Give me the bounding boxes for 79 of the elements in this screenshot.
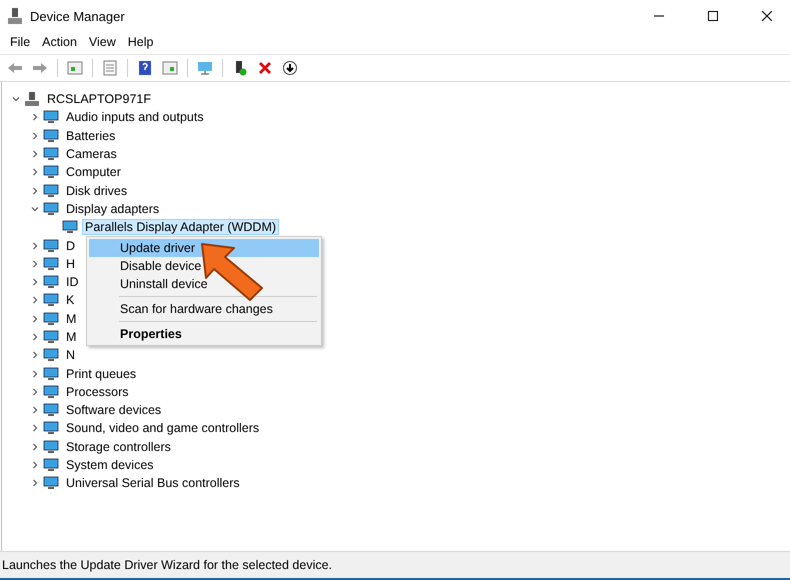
tree-item[interactable]: Computer <box>63 164 124 180</box>
chevron-right-icon[interactable] <box>31 186 39 195</box>
menu-item[interactable]: Action <box>36 33 83 51</box>
chevron-down-icon[interactable] <box>31 204 39 213</box>
computer-icon <box>24 91 40 108</box>
device-icon <box>62 220 78 234</box>
chevron-right-icon[interactable] <box>31 168 39 176</box>
device-icon <box>43 165 59 180</box>
context-menu-item[interactable]: Update driver <box>89 239 319 257</box>
tree-item[interactable]: K <box>63 292 78 308</box>
chevron-right-icon[interactable] <box>31 461 39 470</box>
tree-item[interactable]: Storage controllers <box>63 438 174 455</box>
chevron-right-icon[interactable] <box>31 388 39 396</box>
device-icon <box>43 312 59 326</box>
status-text: Launches the Update Driver Wizard for the selected device. <box>2 558 332 572</box>
chevron-right-icon[interactable] <box>31 150 39 158</box>
tree-item[interactable]: H <box>63 256 78 272</box>
context-menu-item[interactable]: Uninstall device <box>89 275 319 293</box>
tree-item[interactable]: Disk drives <box>63 182 130 199</box>
chevron-right-icon[interactable] <box>31 442 39 451</box>
chevron-right-icon[interactable] <box>31 260 39 268</box>
device-icon <box>43 293 59 308</box>
tree-item[interactable]: D <box>63 238 78 254</box>
tree-item[interactable]: Batteries <box>63 128 118 144</box>
chevron-right-icon[interactable] <box>31 296 39 304</box>
device-icon <box>43 330 59 344</box>
device-icon <box>43 110 59 124</box>
chevron-right-icon[interactable] <box>31 242 39 250</box>
maximize-icon[interactable] <box>708 11 718 21</box>
chevron-right-icon[interactable] <box>31 351 39 360</box>
device-icon <box>43 476 59 490</box>
device-icon <box>43 184 59 198</box>
device-icon <box>43 384 59 399</box>
menu-item[interactable]: View <box>82 33 122 51</box>
chevron-down-icon[interactable] <box>12 95 20 104</box>
window-title: Device Manager <box>30 8 126 24</box>
device-icon <box>43 147 59 162</box>
chevron-right-icon[interactable] <box>31 132 39 140</box>
chevron-right-icon[interactable] <box>31 406 39 414</box>
device-icon <box>43 348 59 362</box>
tree-item[interactable]: Display adapters <box>63 200 162 217</box>
tree-item[interactable]: N <box>63 347 78 364</box>
tree-item[interactable]: Audio inputs and outputs <box>63 109 207 126</box>
chevron-right-icon[interactable] <box>31 314 39 323</box>
chevron-right-icon[interactable] <box>31 370 39 378</box>
tree-item[interactable]: M <box>63 310 80 327</box>
tree-item[interactable]: Software devices <box>63 402 164 418</box>
device-icon <box>43 440 59 454</box>
tree-item[interactable]: Cameras <box>63 146 120 162</box>
context-menu-item[interactable]: Properties <box>89 325 319 343</box>
device-icon <box>43 275 59 290</box>
device-icon <box>43 421 59 436</box>
tree-item[interactable]: RCSLAPTOP971F <box>44 91 154 108</box>
close-icon[interactable] <box>762 11 772 21</box>
tree-item[interactable]: Parallels Display Adapter (WDDM) <box>82 219 280 236</box>
chevron-right-icon[interactable] <box>31 479 39 488</box>
device-icon <box>43 238 59 253</box>
menu-item[interactable]: File <box>4 33 36 51</box>
chevron-right-icon[interactable] <box>31 333 39 341</box>
tree-item[interactable]: M <box>63 329 80 345</box>
context-menu-item[interactable]: Disable device <box>89 257 319 275</box>
tree-item[interactable]: Sound, video and game controllers <box>63 420 262 436</box>
tree-item[interactable]: System devices <box>63 457 157 474</box>
device-icon <box>43 403 59 418</box>
tree-item[interactable]: Print queues <box>63 366 140 382</box>
tree-item[interactable]: ID <box>63 274 82 290</box>
device-icon <box>43 202 59 216</box>
chevron-right-icon[interactable] <box>31 113 39 122</box>
tree-item[interactable]: Universal Serial Bus controllers <box>63 475 243 492</box>
menu-item[interactable]: Help <box>122 33 160 51</box>
device-icon <box>43 458 59 472</box>
chevron-right-icon[interactable] <box>31 424 39 432</box>
device-icon <box>43 366 59 381</box>
chevron-right-icon[interactable] <box>31 278 39 286</box>
device-icon <box>43 256 59 271</box>
device-manager-icon <box>8 8 22 24</box>
context-menu-item[interactable]: Scan for hardware changes <box>89 300 319 318</box>
tree-item[interactable]: Processors <box>63 384 132 400</box>
device-icon <box>43 128 59 143</box>
